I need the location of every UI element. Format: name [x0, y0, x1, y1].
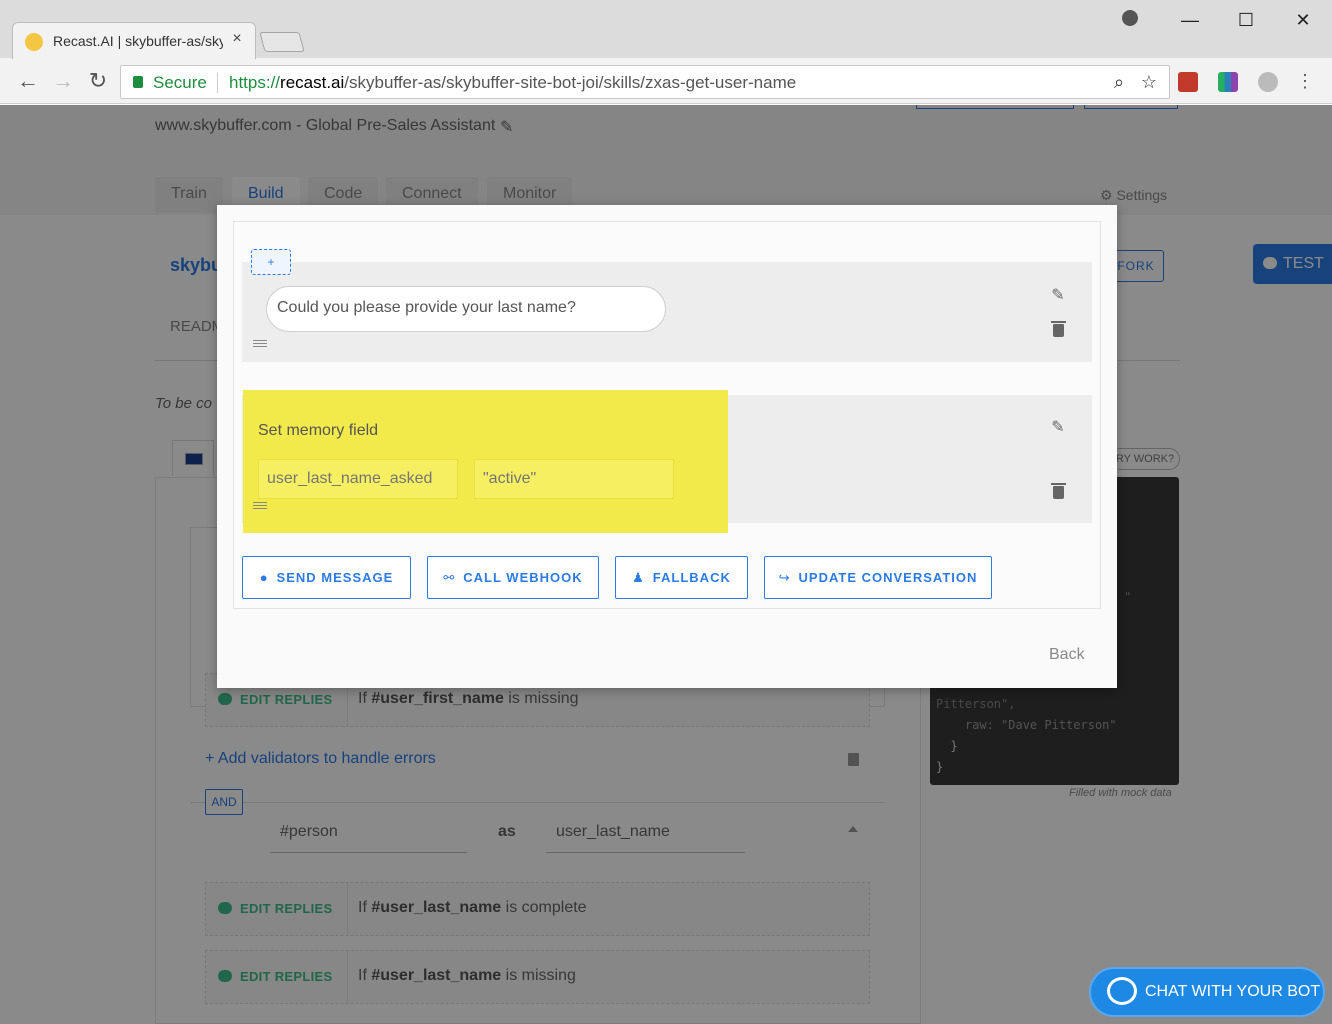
forward-arrow-icon[interactable]: → — [51, 70, 75, 94]
memory-title: Set memory field — [258, 422, 379, 439]
delete-message-icon[interactable] — [1051, 321, 1066, 337]
drag-handle-icon[interactable] — [253, 502, 267, 509]
url-scheme: https:// — [229, 73, 281, 92]
fallback-label: FALLBACK — [652, 570, 731, 585]
memory-key-input[interactable] — [258, 459, 458, 499]
message-bubble[interactable]: Could you please provide your last name? — [266, 286, 666, 332]
edit-memory-icon[interactable]: ✎ — [1050, 420, 1066, 436]
chat-with-bot-button[interactable]: CHAT WITH YOUR BOT — [1091, 969, 1323, 1015]
delete-memory-icon[interactable] — [1051, 483, 1066, 499]
tab-title: Recast.AI | skybuffer-as/skybuffer-site-… — [53, 33, 223, 49]
tab-close-icon[interactable]: × — [229, 31, 245, 47]
address-bar[interactable]: Secure https://recast.ai/skybuffer-as/sk… — [120, 65, 1170, 99]
add-message-button[interactable]: + — [251, 249, 291, 275]
call-webhook-button[interactable]: ⚯ CALL WEBHOOK — [427, 556, 599, 599]
update-conversation-label: UPDATE CONVERSATION — [798, 570, 978, 585]
link-icon: ⚯ — [443, 570, 456, 585]
url-path: /skybuffer-as/skybuffer-site-bot-joi/ski… — [344, 73, 797, 92]
back-arrow-icon[interactable]: ← — [16, 70, 40, 94]
chart-extension-icon[interactable] — [1218, 72, 1238, 92]
browser-tab[interactable]: Recast.AI | skybuffer-as/skybuffer-site-… — [12, 22, 256, 59]
redirect-icon: ↪ — [778, 570, 791, 585]
circle-extension-icon[interactable] — [1258, 72, 1278, 92]
memory-value-input[interactable] — [474, 459, 674, 499]
memory-block: Set memory field ✎ — [242, 390, 1092, 533]
replies-card: Could you please provide your last name?… — [233, 221, 1101, 609]
back-button[interactable]: Back — [1049, 646, 1085, 664]
browser-chrome: Recast.AI | skybuffer-as/skybuffer-site-… — [0, 0, 1332, 104]
url-text[interactable]: https://recast.ai/skybuffer-as/skybuffer… — [229, 73, 796, 93]
url-host: recast.ai — [280, 73, 345, 92]
menu-kebab-icon[interactable]: ⋮ — [1293, 70, 1317, 94]
maximize-icon[interactable]: ☐ — [1234, 8, 1258, 32]
call-webhook-label: CALL WEBHOOK — [463, 570, 583, 585]
chat-icon: ● — [259, 570, 269, 585]
lock-icon — [133, 76, 143, 88]
window-close-icon[interactable]: ✕ — [1291, 8, 1315, 32]
reload-icon[interactable]: ↻ — [86, 70, 110, 94]
send-message-label: SEND MESSAGE — [276, 570, 394, 585]
message-block: Could you please provide your last name?… — [242, 262, 1092, 362]
chat-with-bot-label: CHAT WITH YOUR BOT — [1145, 983, 1321, 1000]
edit-message-icon[interactable]: ✎ — [1050, 288, 1066, 304]
bookmark-star-icon[interactable]: ☆ — [1139, 72, 1159, 92]
pdf-extension-icon[interactable] — [1178, 72, 1198, 92]
zoom-icon[interactable]: ⌕ — [1109, 72, 1129, 92]
drag-handle-icon[interactable] — [253, 340, 267, 347]
profile-icon[interactable] — [1122, 10, 1138, 26]
chat-bubble-icon — [1107, 977, 1137, 1005]
user-icon: ♟ — [632, 570, 645, 585]
edit-replies-modal: Could you please provide your last name?… — [217, 205, 1117, 688]
secure-label: Secure — [153, 73, 207, 92]
tab-strip: Recast.AI | skybuffer-as/skybuffer-site-… — [0, 0, 1332, 59]
fallback-button[interactable]: ♟ FALLBACK — [615, 556, 748, 599]
address-divider — [217, 73, 218, 93]
minimize-icon[interactable]: — — [1178, 8, 1202, 32]
recast-favicon-icon — [25, 33, 43, 51]
send-message-button[interactable]: ● SEND MESSAGE — [242, 556, 411, 599]
new-tab-button[interactable] — [259, 32, 305, 52]
update-conversation-button[interactable]: ↪ UPDATE CONVERSATION — [764, 556, 992, 599]
